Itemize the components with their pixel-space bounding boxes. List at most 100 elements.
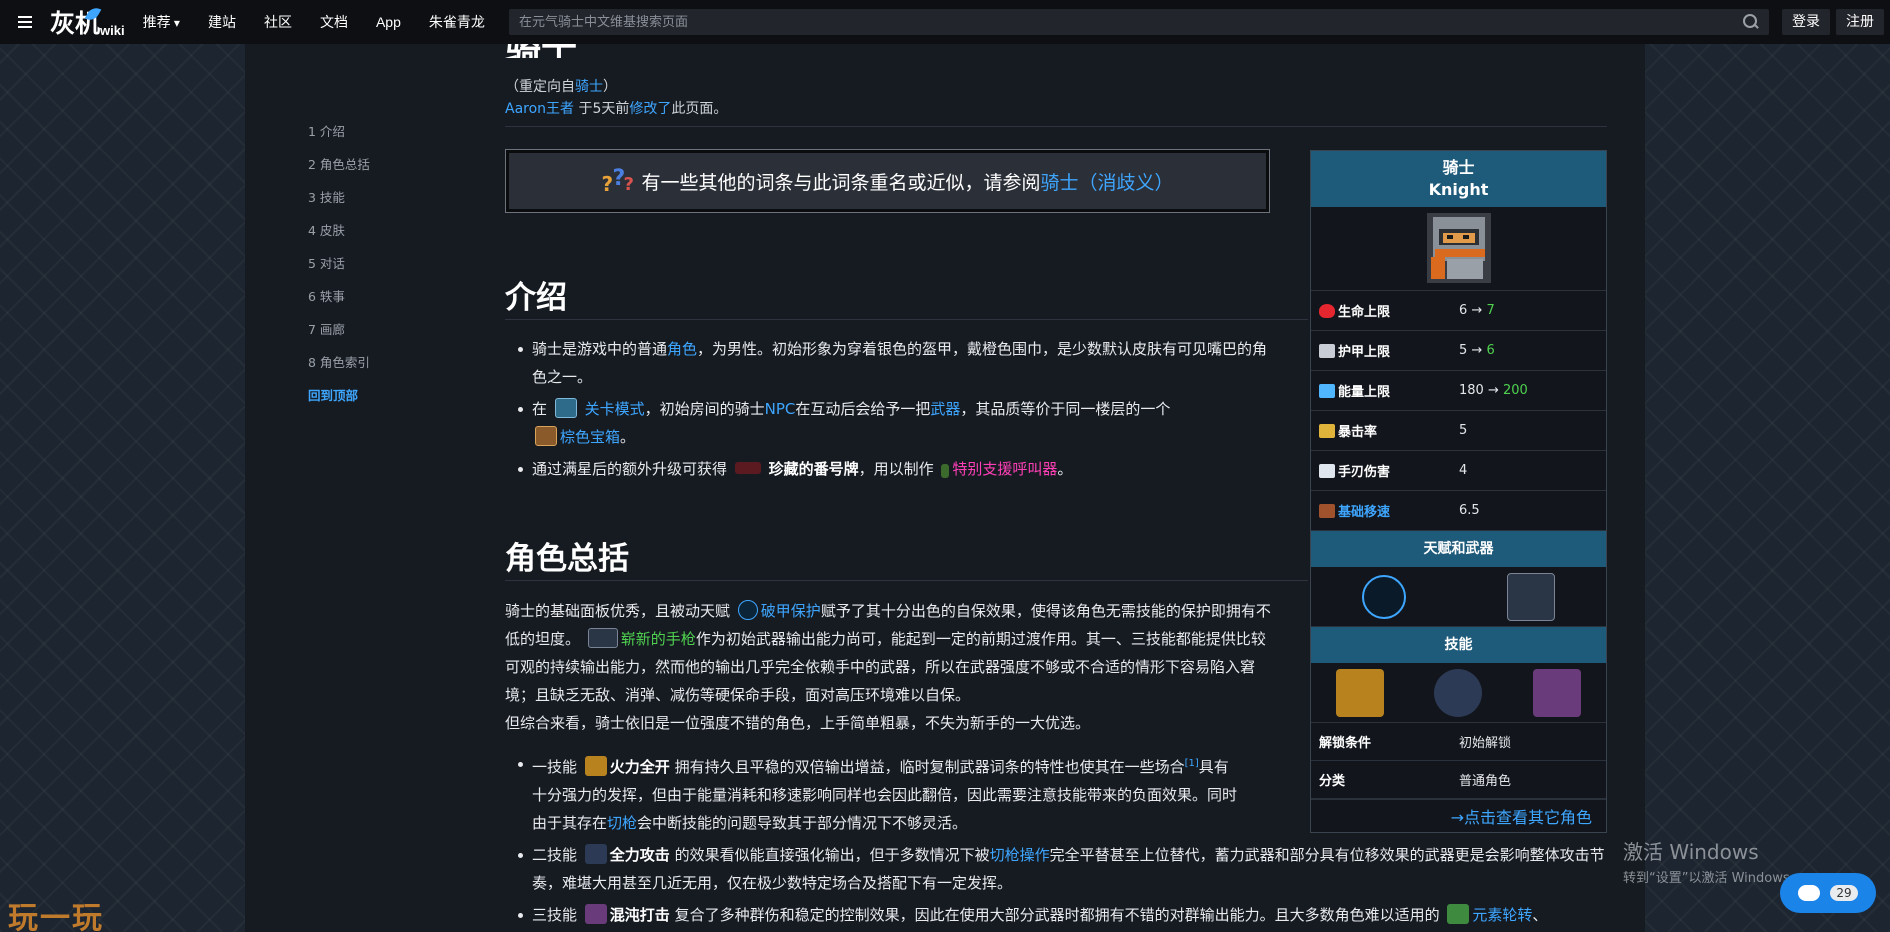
edit-diff-link[interactable]: 修改了 [629,101,671,117]
all-out-attack-skill-icon[interactable] [1434,668,1483,717]
new-pistol-link[interactable]: 崭新的手枪 [621,630,696,648]
armor-protection-icon [737,600,758,620]
question-marks-icon: ? ? ? [601,166,634,196]
disambiguation-text: 有一些其他的词条与此词条重名或近似，请参阅 [641,171,1041,194]
weapon-link[interactable]: 武器 [930,400,960,418]
stat-value: 5 [1459,423,1468,438]
class-value: 普通角色 [1459,774,1512,789]
text: ，初始房间的骑士 [644,400,765,418]
skill-name: 火力全开 [609,758,670,776]
edit-suffix: 此页面。 [671,101,728,117]
brown-chest-link[interactable]: 棕色宝箱 [560,428,620,446]
full-fire-skill-icon[interactable] [1336,668,1385,717]
text: 拥有持久且平稳的双倍输出增益，临时复制武器词条的特性也使其在一些场合 [669,758,1185,776]
stat-label: 手刃伤害 [1311,461,1459,480]
nav-app[interactable]: App [376,14,401,30]
text: 在 [532,400,548,418]
switch-weapon-operation-link[interactable]: 切枪操作 [990,846,1050,864]
talent-weapon-header: 天赋和武器 [1311,531,1606,567]
nav-community[interactable]: 社区 [264,12,292,32]
more-characters-link[interactable]: →点击查看其它角色 [1451,808,1592,827]
summary-paragraph-1: 骑士的基础面板优秀，且被动天赋 破甲保护赋予了其十分出色的自保效果，使得该角色无… [505,597,1275,737]
site-logo[interactable]: 灰机 wiki [50,4,125,40]
toc-item-skills[interactable]: 3 技能 [308,188,370,221]
search-icon[interactable] [1743,14,1759,30]
skill-name: 混沌打击 [609,906,670,924]
menu-icon[interactable] [10,11,32,33]
skills-header: 技能 [1311,627,1606,663]
activation-title: 激活 Windows [1623,840,1759,864]
comments-button[interactable]: 29 [1780,873,1876,913]
character-name-en: Knight [1428,180,1489,199]
heart-icon [1319,303,1335,318]
toc-item-skins[interactable]: 4 皮肤 [308,221,370,254]
crit-icon [1319,423,1335,438]
register-button[interactable]: 注册 [1836,9,1884,35]
text: ，用以制作 [858,460,934,478]
npc-link[interactable]: NPC [765,400,796,418]
stat-label: 护甲上限 [1311,341,1459,360]
unlock-value: 初始解锁 [1459,736,1512,751]
section-divider [505,580,1308,581]
stat-label: 生命上限 [1311,301,1459,320]
stat-arrow: → [1483,383,1503,398]
text: 。 [1057,460,1073,478]
unlock-label: 解锁条件 [1319,736,1372,751]
support-caller-link[interactable]: 特别支援呼叫器 [952,460,1057,478]
toc-item-intro[interactable]: 1 介绍 [308,122,370,155]
armor-protection-talent-icon[interactable] [1361,574,1406,619]
character-infobox: 骑士 Knight 生命上限 6 → 7 护甲上限 5 → 6 能量上限 180 → 20… [1310,150,1607,833]
switch-weapon-link[interactable]: 切枪 [607,814,637,832]
toc-item-gallery[interactable]: 7 画廊 [308,320,370,353]
character-link[interactable]: 角色 [667,340,697,358]
stat-arrow: → [1467,303,1487,318]
search-input[interactable] [509,9,1743,35]
redirect-note: （重定向自骑士） [505,76,617,96]
armor-protection-link[interactable]: 破甲保护 [761,602,821,620]
toc-item-dialogue[interactable]: 5 对话 [308,254,370,287]
pistol-weapon-icon[interactable] [1507,572,1556,621]
reference-link[interactable]: [1] [1185,758,1199,769]
disambiguation-link[interactable]: 骑士（消歧义） [1041,168,1174,195]
back-to-top-link[interactable]: 回到顶部 [308,386,370,419]
text: 二技能 [532,846,578,864]
text: 通过满星后的额外升级可获得 [532,460,728,478]
header-divider [505,126,1607,127]
list-item: 三技能 混沌打击 复合了多种群伤和稳定的控制效果，因此在使用大部分武器时都拥有不… [518,901,1612,929]
class-row: 分类 普通角色 [1311,761,1606,799]
knight-sprite-icon [1426,212,1491,283]
stat-value: 6.5 [1459,503,1480,518]
chaos-strike-skill-icon[interactable] [1532,668,1581,717]
character-portrait [1311,207,1606,291]
list-item: 一技能 火力全开 拥有持久且平稳的双倍输出增益，临时复制武器词条的特性也使其在一… [518,750,1242,837]
logo-suffix: wiki [100,23,125,38]
editor-link[interactable]: Aaron王者 [505,101,574,117]
nav-zhuque-qinglong[interactable]: 朱雀青龙 [429,12,485,32]
redirect-link[interactable]: 骑士 [575,79,603,95]
text: 但综合来看，骑士依旧是一位强度不错的角色，上手简单粗暴，不失为新手的一大优选。 [505,714,1091,732]
stat-label-text: 能量上限 [1338,385,1391,400]
login-button[interactable]: 登录 [1782,9,1830,35]
toc-item-character-index[interactable]: 8 角色索引 [308,353,370,386]
stat-row: 暴击率 5 [1311,411,1606,451]
stat-arrow: → [1467,343,1487,358]
element-rotation-link[interactable]: 元素轮转 [1472,906,1532,924]
nav-recommend[interactable]: 推荐 [143,12,180,32]
stat-value: 4 [1459,463,1468,478]
stat-max-value: 200 [1503,383,1528,398]
nav-build-site[interactable]: 建站 [208,12,236,32]
boot-icon [1319,503,1335,518]
stat-label: 暴击率 [1311,421,1459,440]
talent-weapon-icons [1311,567,1606,627]
list-item: 二技能 全力攻击 的效果看似能直接强化输出，但于多数情况下被切枪操作完全平替甚至… [518,841,1612,897]
chat-bubble-icon [1798,885,1821,901]
stat-row: 基础移速 6.5 [1311,491,1606,531]
nav-docs[interactable]: 文档 [320,12,348,32]
edit-info: Aaron王者 于5天前修改了此页面。 [505,98,727,118]
edit-time: 于5天前 [574,101,630,117]
more-characters-row: →点击查看其它角色 [1311,799,1606,832]
stage-mode-link[interactable]: 关卡模式 [585,400,645,418]
windows-activation-watermark: 激活 Windows 转到“设置”以激活 Windows。 [1623,836,1803,886]
toc-item-summary[interactable]: 2 角色总括 [308,155,370,188]
toc-item-trivia[interactable]: 6 轶事 [308,287,370,320]
